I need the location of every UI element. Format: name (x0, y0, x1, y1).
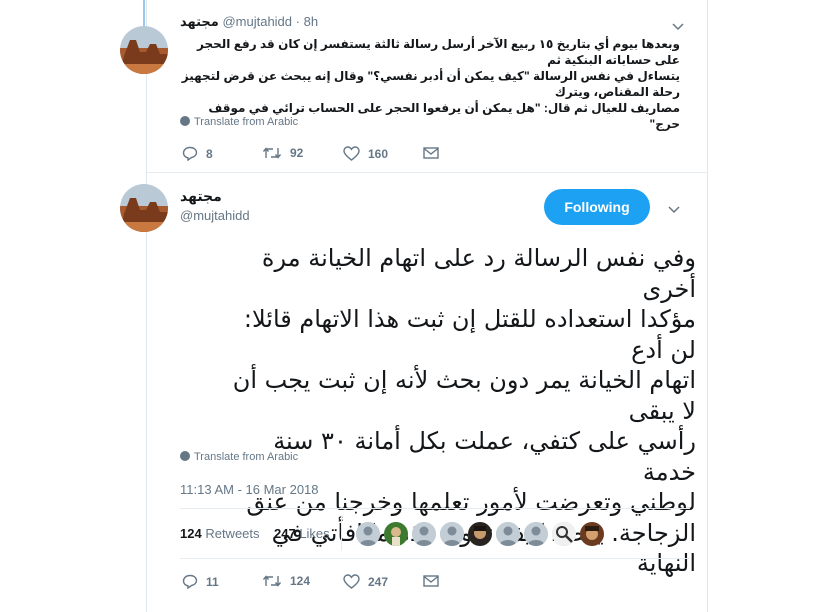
stats-divider-top (180, 508, 690, 509)
chevron-down-icon[interactable] (672, 20, 684, 34)
reply-icon (182, 146, 198, 161)
display-name[interactable]: مجتهد (180, 188, 222, 204)
translate-label: Translate from Arabic (194, 451, 299, 463)
retweet-button[interactable]: 92 (262, 146, 303, 160)
liker-avatar[interactable] (524, 522, 548, 546)
reply-count: 8 (206, 146, 213, 161)
like-count: 247 (368, 574, 389, 589)
tweet-frame: مجتهد @mujtahidd · 8h وبعدها بيوم أي بتا… (0, 0, 821, 612)
heart-icon (343, 146, 360, 161)
liker-avatar[interactable] (384, 522, 408, 546)
retweet-icon (262, 147, 282, 159)
globe-icon (180, 116, 190, 126)
translate-label: Translate from Arabic (194, 116, 299, 128)
liker-avatar[interactable] (356, 522, 380, 546)
stats-separator (341, 515, 342, 551)
direct-message-button[interactable] (423, 147, 439, 159)
tweet-1-line: وبعدها بيوم أي بتاريخ ١٥ ربيع الآخر أرسل… (196, 37, 680, 67)
handle[interactable]: @mujtahidd (180, 208, 250, 223)
liker-avatar[interactable] (552, 522, 576, 546)
like-button[interactable]: 247 (343, 574, 388, 589)
liker-avatar[interactable] (412, 522, 436, 546)
retweet-button[interactable]: 124 (262, 574, 310, 588)
liker-avatar[interactable] (468, 522, 492, 546)
retweets-label: Retweets (205, 526, 260, 541)
tweet-2-line: مؤكدا استعداده للقتل إن ثبت هذا الاتهام … (243, 305, 696, 364)
frame-border-left (146, 0, 147, 612)
envelope-icon (423, 575, 439, 587)
likes-label: Likes (299, 526, 330, 541)
reply-count: 11 (206, 574, 219, 589)
retweets-count: 124 (180, 526, 202, 541)
retweet-icon (262, 575, 282, 587)
tweet-timestamp[interactable]: 11:13 AM - 16 Mar 2018 (180, 482, 319, 497)
direct-message-button[interactable] (423, 575, 439, 587)
tweet-1-line: يتساءل في نفس الرسالة "كيف يمكن أن أدبر … (181, 69, 680, 99)
reply-button[interactable]: 11 (182, 574, 219, 589)
tweet-time[interactable]: · 8h (296, 14, 318, 29)
stats-divider-bottom (180, 558, 690, 559)
tweet-divider (147, 172, 707, 173)
liker-avatars (356, 522, 604, 546)
thread-line-top (143, 0, 145, 26)
avatar[interactable] (120, 184, 168, 232)
chevron-down-icon[interactable] (668, 203, 680, 217)
likes-stat[interactable]: 247 Likes (274, 526, 330, 541)
envelope-icon (423, 147, 439, 159)
liker-avatar[interactable] (440, 522, 464, 546)
tweet-stats: 124 Retweets 247 Likes (180, 526, 330, 541)
retweet-count: 124 (290, 574, 311, 588)
tweet-1-header: مجتهد @mujtahidd · 8h (180, 14, 318, 30)
retweet-count: 92 (290, 146, 304, 160)
heart-icon (343, 574, 360, 589)
reply-button[interactable]: 8 (182, 146, 213, 161)
like-count: 160 (368, 146, 389, 161)
tweet-2-display-name[interactable]: مجتهد (180, 188, 222, 205)
following-button[interactable]: Following (544, 189, 650, 225)
translate-link[interactable]: Translate from Arabic (180, 451, 298, 463)
handle[interactable]: @mujtahidd (222, 14, 292, 29)
tweet-2-handle[interactable]: @mujtahidd (180, 208, 250, 223)
translate-link[interactable]: Translate from Arabic (180, 116, 298, 128)
liker-avatar[interactable] (496, 522, 520, 546)
like-button[interactable]: 160 (343, 146, 388, 161)
liker-avatar[interactable] (580, 522, 604, 546)
tweet-2-line: اتهام الخيانة يمر دون بحث لأنه إن ثبت يج… (232, 366, 696, 425)
display-name[interactable]: مجتهد (180, 14, 219, 29)
retweets-stat[interactable]: 124 Retweets (180, 526, 260, 541)
likes-count: 247 (273, 526, 296, 541)
avatar[interactable] (120, 26, 168, 74)
globe-icon (180, 451, 190, 461)
frame-border-right (707, 0, 708, 612)
tweet-2-line: وفي نفس الرسالة رد على اتهام الخيانة مرة… (261, 244, 696, 303)
reply-icon (182, 574, 198, 589)
